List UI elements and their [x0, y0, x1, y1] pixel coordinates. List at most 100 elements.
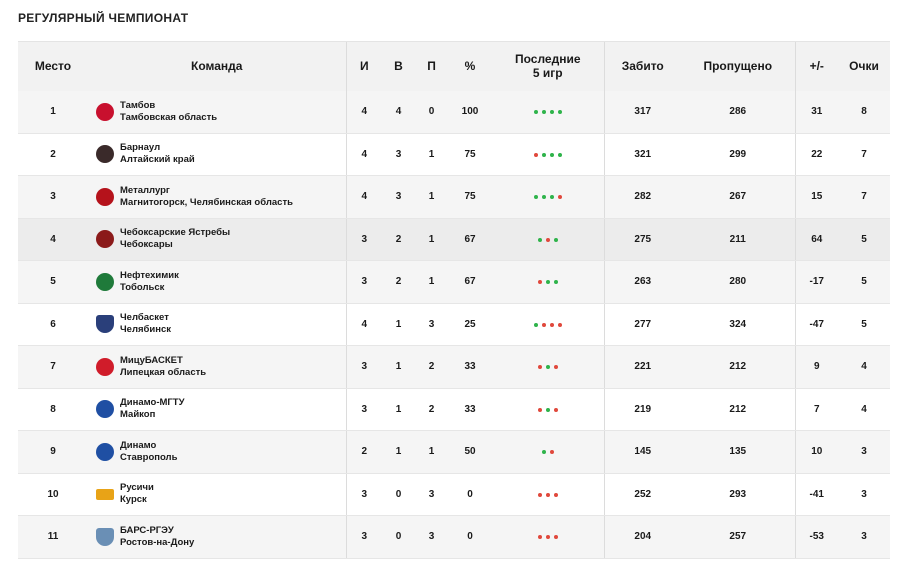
team-region: Магнитогорск, Челябинская область — [120, 196, 293, 208]
cell-team[interactable]: Чебоксарские Ястребы Чебоксары — [88, 218, 346, 261]
cell-conceded: 211 — [681, 218, 795, 261]
cell-team[interactable]: Динамо Ставрополь — [88, 430, 346, 474]
team-info: Нефтехимик Тобольск — [96, 270, 346, 294]
cell-pct: 50 — [448, 430, 492, 474]
form-win-dot — [553, 237, 558, 242]
cell-team[interactable]: Барнаул Алтайский край — [88, 133, 346, 176]
cell-points: 3 — [838, 473, 890, 516]
cell-pct: 100 — [448, 90, 492, 134]
form-win-dot — [549, 152, 554, 157]
last5-form — [533, 322, 562, 327]
form-win-dot — [533, 322, 538, 327]
last5-form — [537, 492, 558, 497]
cell-games: 3 — [345, 260, 382, 304]
cell-diff: -41 — [794, 473, 838, 516]
team-name-link[interactable]: Динамо-МГТУ — [120, 397, 185, 409]
team-info: Чебоксарские Ястребы Чебоксары — [96, 227, 346, 251]
cell-team[interactable]: БАРС-РГЭУ Ростов-на-Дону — [88, 515, 346, 559]
team-name-link[interactable]: МицуБАСКЕТ — [120, 355, 206, 367]
cell-scored: 219 — [603, 388, 681, 431]
cell-conceded: 286 — [681, 90, 795, 134]
table-row-3[interactable]: 3 Металлург Магнитогорск, Челябинская об… — [18, 175, 890, 219]
team-info: МицуБАСКЕТ Липецкая область — [96, 355, 346, 379]
cell-points: 5 — [838, 218, 890, 261]
column-header-points[interactable]: Очки — [838, 41, 890, 91]
last5-form — [533, 110, 562, 114]
table-row-10[interactable]: 10 Русичи Курск 3 0 3 0 252 293 -41 3 — [18, 473, 890, 516]
column-header-last5[interactable]: Последние 5 игр — [492, 41, 604, 91]
column-header-scored[interactable]: Забито — [603, 41, 681, 91]
cell-team[interactable]: Русичи Курск — [88, 473, 346, 516]
cell-wins: 3 — [382, 133, 415, 176]
page-title: РЕГУЛЯРНЫЙ ЧЕМПИОНАТ — [18, 11, 189, 25]
table-row-4[interactable]: 4 Чебоксарские Ястребы Чебоксары 3 2 1 6… — [18, 218, 890, 261]
cell-place: 9 — [18, 430, 88, 474]
cell-place: 10 — [18, 473, 88, 516]
cell-diff: -53 — [794, 515, 838, 559]
team-name-link[interactable]: Барнаул — [120, 142, 195, 154]
cell-games: 3 — [345, 345, 382, 389]
cell-team[interactable]: МицуБАСКЕТ Липецкая область — [88, 345, 346, 389]
cell-pct: 0 — [448, 473, 492, 516]
column-header-games[interactable]: И — [345, 41, 382, 91]
table-row-2[interactable]: 2 Барнаул Алтайский край 4 3 1 75 321 29… — [18, 133, 890, 176]
cell-team[interactable]: Нефтехимик Тобольск — [88, 260, 346, 304]
cell-scored: 204 — [603, 515, 681, 559]
team-name-link[interactable]: Русичи — [120, 482, 154, 494]
cell-wins: 4 — [382, 90, 415, 134]
last5-form — [537, 365, 558, 370]
cell-scored: 282 — [603, 175, 681, 219]
cell-games: 4 — [345, 303, 382, 346]
column-header-losses[interactable]: П — [415, 41, 448, 91]
column-header-pct[interactable]: % — [448, 41, 492, 91]
table-row-7[interactable]: 7 МицуБАСКЕТ Липецкая область 3 1 2 33 2… — [18, 345, 890, 389]
cell-games: 4 — [345, 175, 382, 219]
team-region: Тобольск — [120, 281, 165, 293]
form-win-dot — [533, 195, 538, 200]
cell-conceded: 212 — [681, 388, 795, 431]
table-row-6[interactable]: 6 Челбаскет Челябинск 4 1 3 25 277 324 -… — [18, 303, 890, 346]
cell-losses: 1 — [415, 430, 448, 474]
cell-team[interactable]: Тамбов Тамбовская область — [88, 90, 346, 134]
last5-form — [537, 535, 558, 540]
column-header-diff[interactable]: +/- — [794, 41, 838, 91]
team-name-link[interactable]: Нефтехимик — [120, 270, 179, 282]
form-win-dot — [557, 110, 562, 114]
team-name-link[interactable]: Металлург — [120, 185, 293, 197]
form-loss-dot — [533, 152, 538, 157]
table-row-9[interactable]: 9 Динамо Ставрополь 2 1 1 50 145 135 10 … — [18, 430, 890, 474]
cell-points: 5 — [838, 303, 890, 346]
cell-team[interactable]: Динамо-МГТУ Майкоп — [88, 388, 346, 431]
team-name-link[interactable]: Динамо — [120, 440, 177, 452]
team-info: БАРС-РГЭУ Ростов-на-Дону — [96, 525, 346, 549]
table-row-1[interactable]: 1 Тамбов Тамбовская область 4 4 0 100 31… — [18, 90, 890, 134]
form-loss-dot — [557, 195, 562, 200]
cell-points: 5 — [838, 260, 890, 304]
team-region: Чебоксары — [120, 239, 173, 251]
cell-team[interactable]: Металлург Магнитогорск, Челябинская обла… — [88, 175, 346, 219]
team-region: Липецкая область — [120, 366, 207, 378]
cell-conceded: 280 — [681, 260, 795, 304]
team-name-link[interactable]: Тамбов — [120, 100, 217, 112]
cell-losses: 2 — [415, 388, 448, 431]
cell-scored: 221 — [603, 345, 681, 389]
column-header-team[interactable]: Команда — [88, 41, 346, 91]
dynamo-stavropol-logo-icon — [96, 442, 114, 461]
table-row-11[interactable]: 11 БАРС-РГЭУ Ростов-на-Дону 3 0 3 0 204 … — [18, 515, 890, 559]
table-row-8[interactable]: 8 Динамо-МГТУ Майкоп 3 1 2 33 219 212 7 … — [18, 388, 890, 431]
cell-place: 5 — [18, 260, 88, 304]
team-name-link[interactable]: БАРС-РГЭУ — [120, 525, 194, 537]
form-loss-dot — [537, 365, 542, 370]
table-row-5[interactable]: 5 Нефтехимик Тобольск 3 2 1 67 263 280 -… — [18, 260, 890, 304]
team-name-link[interactable]: Чебоксарские Ястребы — [120, 227, 230, 239]
column-header-wins[interactable]: В — [382, 41, 415, 91]
dynamo-mgtu-logo-icon — [96, 400, 114, 419]
cell-scored: 277 — [603, 303, 681, 346]
column-header-place[interactable]: Место — [18, 41, 88, 91]
cell-diff: 31 — [794, 90, 838, 134]
team-name-link[interactable]: Челбаскет — [120, 312, 171, 324]
column-header-conceded[interactable]: Пропущено — [681, 41, 795, 91]
cell-team[interactable]: Челбаскет Челябинск — [88, 303, 346, 346]
cell-scored: 263 — [603, 260, 681, 304]
cell-conceded: 293 — [681, 473, 795, 516]
